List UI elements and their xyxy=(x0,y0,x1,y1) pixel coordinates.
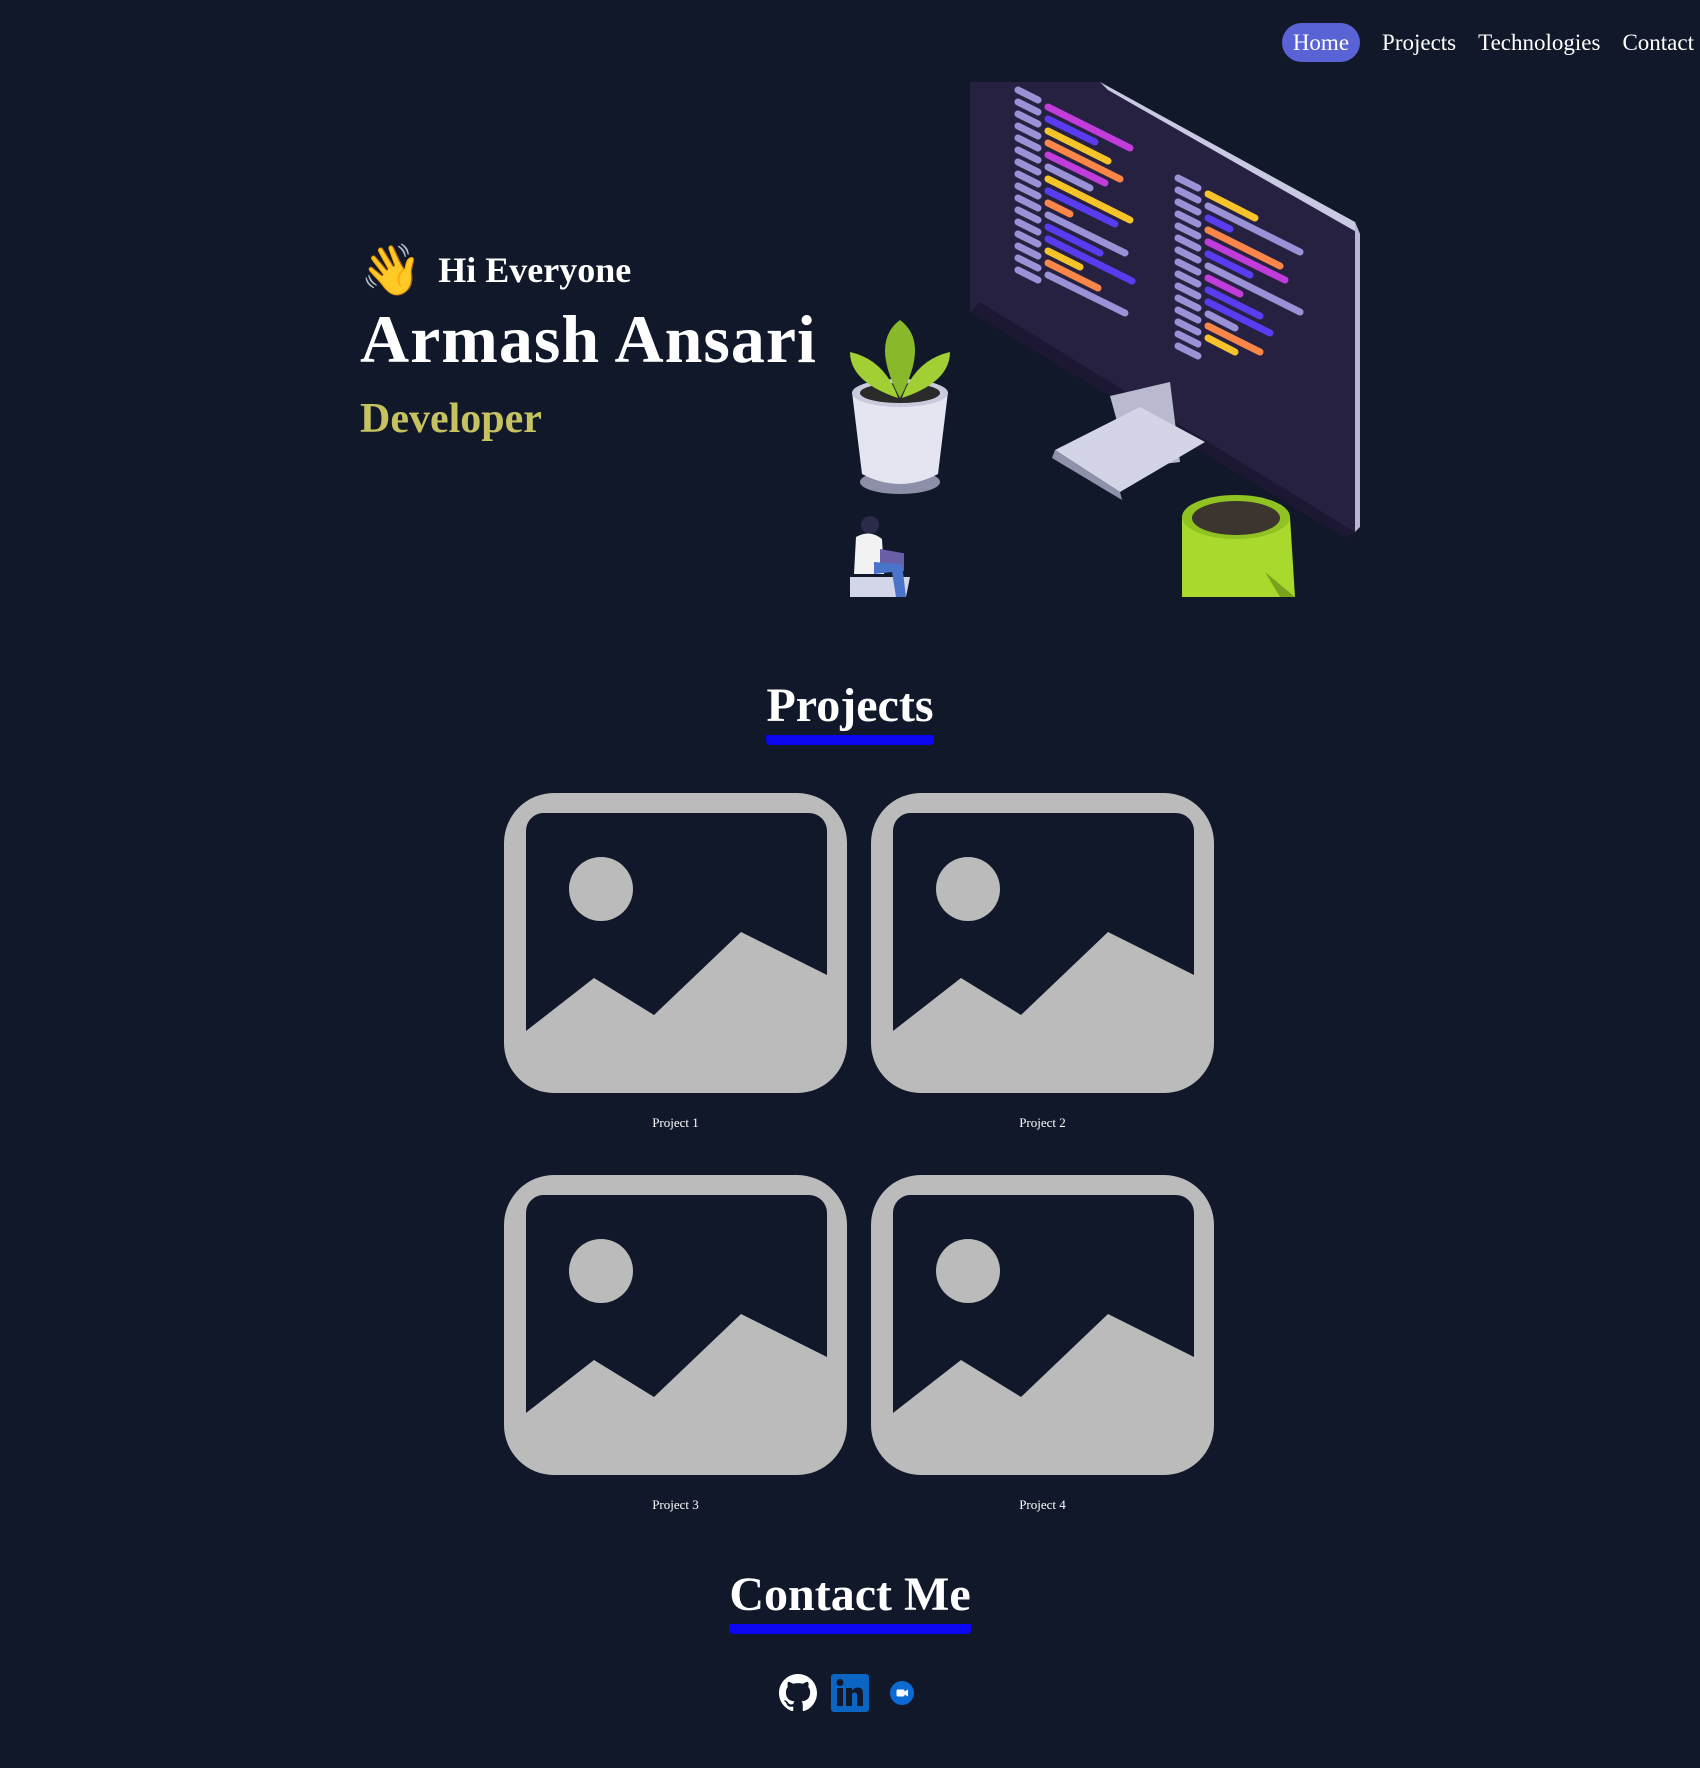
project-card-2[interactable]: Project 2 xyxy=(871,793,1214,1175)
contact-heading-wrap: Contact Me xyxy=(0,1569,1700,1635)
linkedin-icon xyxy=(831,1674,869,1712)
waving-hand-icon: 👋 xyxy=(360,242,423,298)
contact-heading: Contact Me xyxy=(729,1569,971,1635)
project-caption: Project 4 xyxy=(1019,1497,1066,1512)
video-call-link[interactable] xyxy=(883,1674,921,1712)
hero-role: Developer xyxy=(360,396,542,442)
project-card-3[interactable]: Project 3 xyxy=(504,1175,847,1557)
greeting: 👋 Hi Everyone xyxy=(360,245,817,295)
image-placeholder-icon xyxy=(871,793,1214,1093)
nav-home[interactable]: Home xyxy=(1281,22,1361,62)
project-caption: Project 2 xyxy=(1019,1115,1066,1130)
image-placeholder-icon xyxy=(504,793,847,1093)
image-placeholder-icon xyxy=(504,1175,847,1475)
linkedin-link[interactable] xyxy=(831,1674,869,1712)
image-placeholder-icon xyxy=(871,1175,1214,1475)
social-links xyxy=(0,1674,1700,1712)
projects-grid: Project 1 Project 2 Project 3 Project 4 xyxy=(504,793,1214,1557)
nav-projects[interactable]: Projects xyxy=(1382,31,1456,54)
video-call-icon xyxy=(890,1681,914,1705)
hero-text: 👋 Hi Everyone Armash Ansari Developer xyxy=(360,245,817,443)
developer-desk-illustration xyxy=(850,82,1360,597)
project-caption: Project 3 xyxy=(652,1497,699,1512)
projects-heading: Projects xyxy=(766,680,934,746)
hero-name: Armash Ansari xyxy=(360,301,817,377)
greeting-text: Hi Everyone xyxy=(438,250,632,290)
github-link[interactable] xyxy=(779,1674,817,1712)
github-icon xyxy=(779,1674,817,1712)
project-caption: Project 1 xyxy=(652,1115,699,1130)
project-card-4[interactable]: Project 4 xyxy=(871,1175,1214,1557)
nav-contact[interactable]: Contact xyxy=(1622,31,1694,54)
nav-technologies[interactable]: Technologies xyxy=(1478,31,1600,54)
project-card-1[interactable]: Project 1 xyxy=(504,793,847,1175)
projects-heading-wrap: Projects xyxy=(0,680,1700,746)
top-nav: Home Projects Technologies Contact xyxy=(1281,22,1700,62)
